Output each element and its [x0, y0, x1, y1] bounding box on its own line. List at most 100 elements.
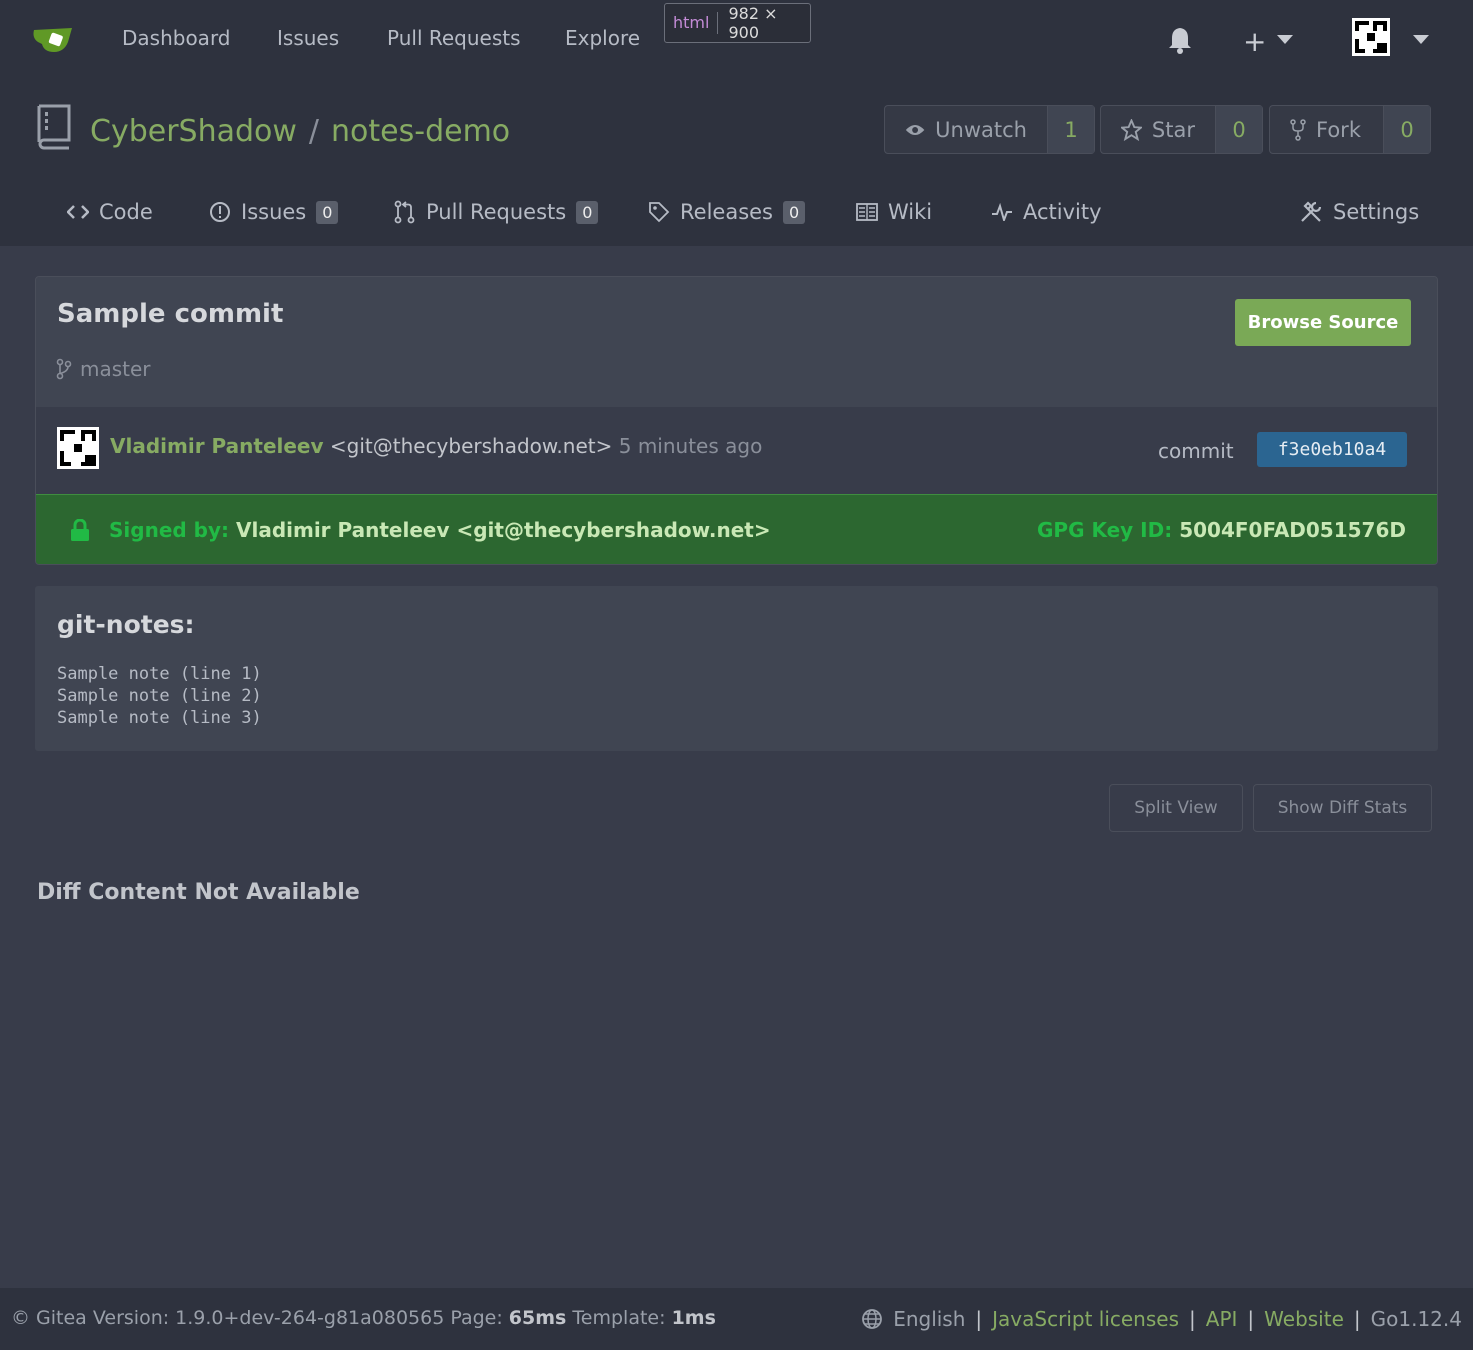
top-navbar: Dashboard Issues Pull Requests Explore h…	[0, 0, 1473, 78]
signed-by-value: Vladimir Panteleev <git@thecybershadow.n…	[235, 518, 771, 542]
fork-count[interactable]: 0	[1383, 106, 1430, 153]
devtip-tag: html	[665, 12, 719, 34]
tab-activity-label: Activity	[1023, 200, 1102, 224]
commit-box: Sample commit master Browse Source Vladi…	[35, 276, 1438, 565]
fork-button-group: Fork 0	[1269, 105, 1431, 154]
avatar[interactable]	[57, 427, 99, 469]
footer-divider: |	[1189, 1307, 1196, 1331]
gpg-key-id: 5004F0FAD051576D	[1179, 518, 1406, 542]
repo-icon	[37, 104, 71, 150]
footer-api-link[interactable]: API	[1206, 1307, 1238, 1331]
signed-by-label: Signed by:	[109, 518, 230, 542]
code-icon	[67, 205, 89, 219]
footer-divider: |	[1353, 1307, 1361, 1331]
branch-name[interactable]: master	[80, 357, 151, 381]
fork-label: Fork	[1316, 117, 1361, 142]
tools-icon	[1301, 201, 1322, 222]
tab-issues-count: 0	[316, 200, 339, 224]
eye-icon	[905, 124, 925, 135]
unwatch-button[interactable]: Unwatch	[885, 106, 1047, 153]
author-email: <git@thecybershadow.net>	[329, 434, 613, 458]
bell-icon[interactable]	[1167, 26, 1193, 54]
commit-label: commit	[1158, 439, 1234, 463]
plus-icon[interactable]: +	[1243, 25, 1266, 58]
signature-banner: Signed by: Vladimir Panteleev <git@thecy…	[36, 494, 1437, 564]
nav-issues[interactable]: Issues	[277, 26, 339, 50]
devtools-size-tooltip: html 982 × 900	[664, 3, 811, 43]
chevron-down-icon[interactable]	[1277, 35, 1293, 44]
tab-releases-label: Releases	[680, 200, 773, 224]
tab-pull-requests-count: 0	[576, 200, 599, 224]
fork-icon	[1290, 118, 1306, 141]
tab-pull-requests[interactable]: Pull Requests 0	[394, 192, 599, 232]
language-selector[interactable]: English	[893, 1307, 965, 1331]
footer-website-link[interactable]: Website	[1264, 1307, 1344, 1331]
fork-button[interactable]: Fork	[1270, 106, 1383, 153]
branch-icon	[56, 358, 72, 380]
tag-icon	[649, 202, 670, 223]
pulse-icon	[992, 203, 1012, 221]
chevron-down-icon[interactable]	[1413, 35, 1429, 44]
commit-title: Sample commit	[57, 299, 284, 329]
gpg-key-label: GPG Key ID:	[1037, 518, 1173, 542]
footer-js-licenses-link[interactable]: JavaScript licenses	[992, 1307, 1179, 1331]
footer-version: © Gitea Version: 1.9.0+dev-264-g81a08056…	[11, 1307, 716, 1329]
watch-count[interactable]: 1	[1047, 106, 1094, 153]
split-view-button[interactable]: Split View	[1109, 784, 1243, 832]
footer-copyright: © Gitea Version: 1.9.0+dev-264-g81a08056…	[11, 1307, 503, 1329]
browse-source-button[interactable]: Browse Source	[1235, 299, 1411, 346]
tab-wiki-label: Wiki	[888, 200, 933, 224]
devtip-dimensions: 982 × 900	[728, 4, 778, 42]
commit-sha[interactable]: f3e0eb10a4	[1257, 432, 1407, 467]
tab-releases[interactable]: Releases 0	[648, 192, 806, 232]
star-button[interactable]: Star	[1101, 106, 1215, 153]
tab-issues-label: Issues	[241, 200, 307, 224]
tab-pull-requests-label: Pull Requests	[426, 200, 567, 224]
repo-tabs: Code Issues 0 Pull Requests 0 Releases 0…	[0, 192, 1473, 232]
commit-author-line: Vladimir Panteleev <git@thecybershadow.n…	[110, 434, 762, 458]
unwatch-label: Unwatch	[935, 117, 1027, 142]
repo-owner-link[interactable]: CyberShadow	[90, 114, 297, 149]
nav-dashboard[interactable]: Dashboard	[122, 26, 231, 50]
tab-activity[interactable]: Activity	[991, 192, 1102, 232]
pr-icon	[394, 200, 415, 224]
footer-go-version: Go1.12.4	[1370, 1307, 1462, 1331]
diff-not-available: Diff Content Not Available	[37, 880, 360, 905]
tab-wiki[interactable]: Wiki	[856, 192, 932, 232]
issue-icon	[210, 202, 230, 222]
lock-icon	[71, 519, 89, 541]
avatar[interactable]	[1352, 18, 1390, 56]
git-notes-title: git-notes:	[57, 610, 195, 639]
gpg-key: GPG Key ID: 5004F0FAD051576D	[1037, 518, 1406, 542]
tab-code[interactable]: Code	[67, 192, 153, 232]
repo-title: CyberShadow / notes-demo	[90, 114, 510, 149]
repo-separator: /	[308, 114, 320, 149]
nav-pull-requests[interactable]: Pull Requests	[387, 26, 521, 50]
commit-author-row: Vladimir Panteleev <git@thecybershadow.n…	[36, 407, 1437, 494]
tab-settings-label: Settings	[1333, 200, 1420, 224]
author-name-link[interactable]: Vladimir Panteleev	[110, 434, 324, 458]
repo-name-link[interactable]: notes-demo	[331, 114, 510, 149]
commit-header: Sample commit master Browse Source	[36, 277, 1437, 407]
footer-template-label: Template:	[572, 1307, 666, 1329]
commit-branch: master	[56, 357, 151, 381]
signed-by: Signed by: Vladimir Panteleev <git@thecy…	[109, 518, 771, 542]
git-notes-panel: git-notes: Sample note (line 1) Sample n…	[35, 586, 1438, 751]
globe-icon	[862, 1309, 883, 1329]
footer: © Gitea Version: 1.9.0+dev-264-g81a08056…	[0, 1288, 1473, 1350]
footer-divider: |	[1247, 1307, 1255, 1331]
star-count[interactable]: 0	[1215, 106, 1262, 153]
gitea-logo-icon[interactable]	[32, 24, 74, 54]
tab-settings[interactable]: Settings	[1299, 192, 1419, 232]
watch-button-group: Unwatch 1	[884, 105, 1095, 154]
show-diff-stats-button[interactable]: Show Diff Stats	[1253, 784, 1432, 832]
tab-issues[interactable]: Issues 0	[209, 192, 339, 232]
tab-releases-count: 0	[783, 200, 806, 224]
git-notes-body: Sample note (line 1) Sample note (line 2…	[57, 664, 262, 728]
nav-explore[interactable]: Explore	[565, 26, 640, 50]
footer-links: English | JavaScript licenses | API | We…	[861, 1307, 1462, 1331]
footer-template-time: 1ms	[671, 1307, 716, 1329]
commit-time-ago: 5 minutes ago	[618, 434, 763, 458]
footer-divider: |	[975, 1307, 983, 1331]
book-icon	[856, 203, 878, 221]
